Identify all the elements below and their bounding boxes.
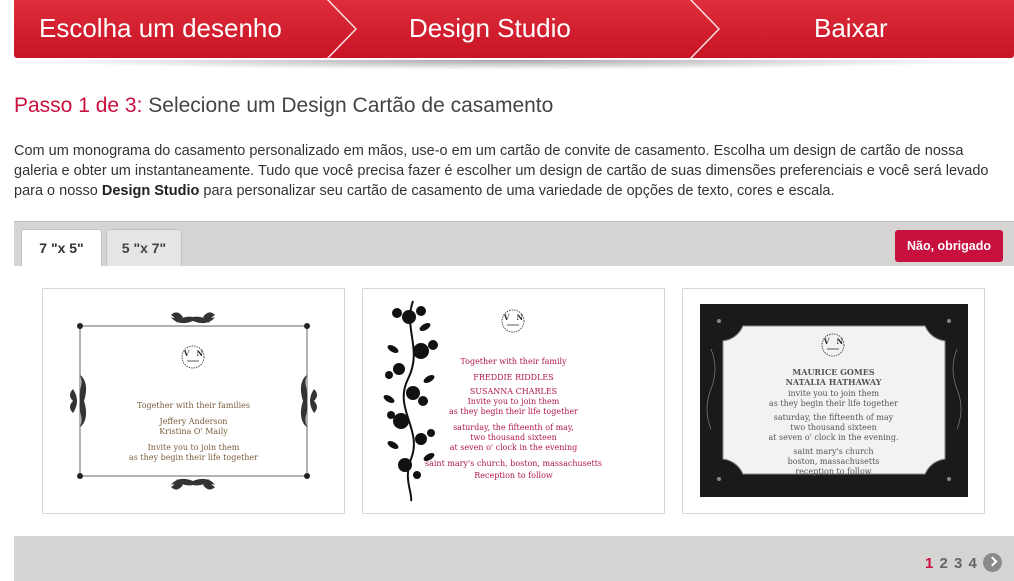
step-choose-design[interactable]: Escolha um desenho	[39, 0, 282, 58]
size-tabs: 7 "x 5" 5 "x 7" Não, obrigado	[14, 222, 1014, 266]
design-gallery-panel: 7 "x 5" 5 "x 7" Não, obrigado V N Togeth…	[14, 221, 1014, 581]
card-text-block: Together with their family FREDDIE RIDDL…	[424, 357, 603, 480]
step-bar-shadow	[18, 60, 996, 70]
step-bar: Escolha um desenho Design Studio Baixar	[14, 0, 1014, 60]
next-page-icon[interactable]	[983, 553, 1002, 572]
design-card[interactable]: V N Together with their family FREDDIE R…	[362, 288, 665, 514]
chevron-separator-icon	[687, 0, 727, 58]
step-design-studio[interactable]: Design Studio	[409, 0, 571, 58]
design-studio-emphasis: Design Studio	[101, 183, 200, 199]
no-thanks-button[interactable]: Não, obrigado	[895, 230, 1003, 262]
tab-5x7[interactable]: 5 "x 7"	[106, 229, 182, 266]
page-title-text: Selecione um Design Cartão de casamento	[148, 94, 554, 117]
chevron-separator-icon	[324, 0, 364, 58]
design-card[interactable]: V N MAURICE GOMES NATALIA HATHAWAY invit…	[682, 288, 985, 514]
page-title: Passo 1 de 3: Selecione um Design Cartão…	[14, 94, 553, 118]
page-link-3[interactable]: 3	[954, 555, 962, 572]
page-link-2[interactable]: 2	[939, 555, 947, 572]
step-indicator: Passo 1 de 3:	[14, 94, 143, 117]
tab-7x5[interactable]: 7 "x 5"	[21, 229, 102, 266]
intro-paragraph: Com um monograma do casamento personaliz…	[14, 143, 989, 199]
pagination: 1 2 3 4	[923, 553, 1002, 573]
step-download[interactable]: Baixar	[814, 0, 888, 58]
page-link-4[interactable]: 4	[968, 555, 976, 572]
design-gallery: V N Together with their families Jeffery…	[14, 266, 1014, 536]
page-link-1[interactable]: 1	[925, 555, 933, 572]
card-text-block: MAURICE GOMES NATALIA HATHAWAY invite yo…	[768, 367, 899, 476]
card-text-block: Together with their families Jeffery And…	[128, 401, 258, 462]
design-card[interactable]: V N Together with their families Jeffery…	[42, 288, 345, 514]
